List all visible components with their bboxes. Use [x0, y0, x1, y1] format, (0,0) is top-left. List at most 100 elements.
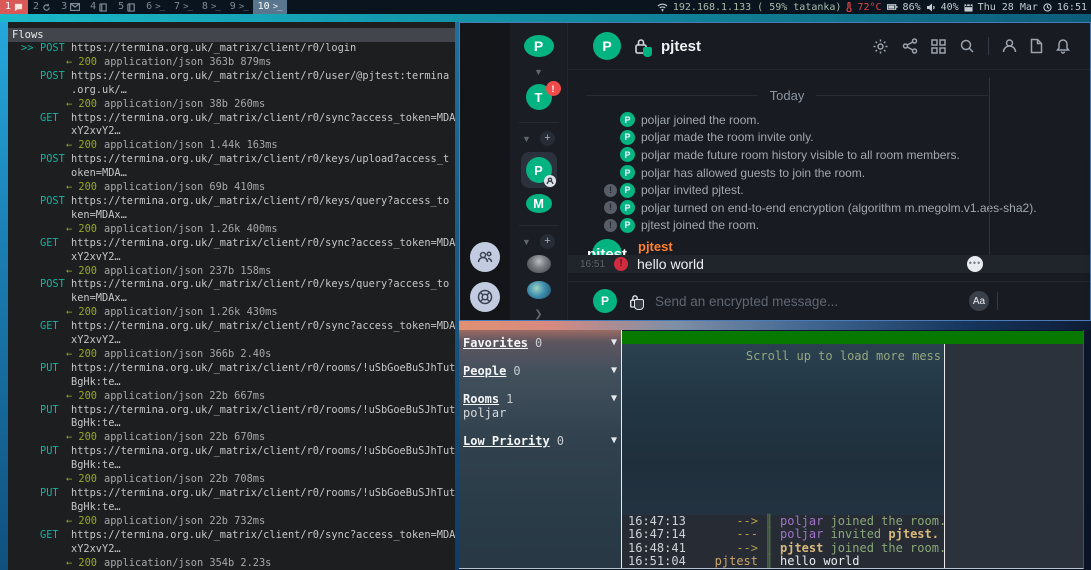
request-url: https://termina.org.uk/_matrix/client/r0…	[71, 529, 455, 541]
e2e-info-icon: !	[604, 219, 617, 232]
workspace-3[interactable]: 3	[56, 0, 85, 14]
request-url-continuation: .org.uk/…	[8, 84, 455, 98]
gomuks-message-view[interactable]: Scroll up to load more mess 16:47:13-->║…	[622, 344, 944, 568]
flow-row[interactable]: GEThttps://termina.org.uk/_matrix/client…	[8, 529, 455, 543]
message-row[interactable]: 16:48:41-->║pjtest joined the room.	[622, 542, 944, 555]
chevron-down-icon[interactable]: ▼	[534, 67, 543, 77]
response-meta: application/json 22b 670ms	[104, 431, 265, 443]
section-rooms[interactable]: Rooms1▼	[463, 392, 617, 406]
workspace-5[interactable]: 5	[113, 0, 141, 14]
e2e-info-icon: !	[604, 184, 617, 197]
room-avatar-image[interactable]	[527, 281, 551, 299]
chevron-down-icon[interactable]: ▼	[522, 134, 531, 144]
divider	[519, 122, 559, 123]
section-low-priority[interactable]: Low Priority0▼	[463, 434, 617, 448]
flow-row[interactable]: GEThttps://termina.org.uk/_matrix/client…	[8, 237, 455, 251]
collapse-arrow-icon[interactable]: ▼	[611, 364, 617, 378]
workspace-4[interactable]: 4	[85, 0, 113, 14]
timeline-event[interactable]: !Ppoljar invited pjtest.	[568, 181, 1090, 199]
message-timeline[interactable]: Today !Ppoljar joined the room. !Ppoljar…	[568, 70, 1090, 281]
room-avatar-image[interactable]	[527, 255, 551, 273]
section-people[interactable]: People0▼	[463, 364, 617, 378]
http-method: PUT	[40, 404, 71, 418]
http-method: POST	[40, 42, 71, 56]
timeline-event[interactable]: !Ppoljar made future room history visibl…	[568, 146, 1090, 164]
flow-row[interactable]: POSThttps://termina.org.uk/_matrix/clien…	[8, 153, 455, 167]
workspace-10[interactable]: 10>_	[253, 0, 287, 14]
request-url-continuation: xY2xvY2…	[8, 125, 455, 139]
flow-list[interactable]: >>POSThttps://termina.org.uk/_matrix/cli…	[8, 42, 455, 570]
add-room-button[interactable]: +	[540, 131, 555, 146]
formatting-button[interactable]: Aa	[969, 291, 989, 311]
help-button[interactable]	[470, 282, 500, 312]
event-text: poljar joined the room.	[641, 113, 760, 127]
chevron-down-icon[interactable]: ▼	[522, 237, 531, 247]
request-url: https://termina.org.uk/_matrix/client/r0…	[71, 487, 455, 499]
flow-row[interactable]: PUThttps://termina.org.uk/_matrix/client…	[8, 445, 455, 459]
message-input[interactable]	[653, 293, 907, 310]
members-button[interactable]	[470, 242, 500, 272]
flow-row[interactable]: PUThttps://termina.org.uk/_matrix/client…	[8, 487, 455, 501]
workspace-1[interactable]: 1	[0, 0, 28, 14]
terminal-icon: >_	[183, 2, 192, 12]
files-icon[interactable]	[1030, 38, 1043, 54]
workspace-9[interactable]: 9>_	[225, 0, 253, 14]
timeline-event[interactable]: !Ppjtest joined the room.	[568, 217, 1090, 235]
response-meta: application/json 1.26k 400ms	[104, 223, 278, 235]
members-icon[interactable]	[1002, 38, 1017, 54]
status-code: ← 200	[66, 473, 97, 485]
share-icon[interactable]	[902, 38, 918, 54]
desktop: 1 2 3 4 5 6>_ 7>_ 8>_ 9>_ 10>_ 192.168.1…	[0, 0, 1091, 570]
room-avatar-m[interactable]: M	[526, 194, 552, 213]
flow-row[interactable]: POSThttps://termina.org.uk/_matrix/clien…	[8, 195, 455, 209]
flow-row[interactable]: POSThttps://termina.org.uk/_matrix/clien…	[8, 70, 455, 84]
workspace-8[interactable]: 8>_	[197, 0, 225, 14]
selected-room[interactable]: P	[521, 152, 557, 188]
section-favorites[interactable]: Favorites0▼	[463, 336, 617, 350]
composer-lock-icon	[629, 294, 641, 308]
message-row[interactable]: 16:51:04pjtest║hello world	[622, 555, 944, 568]
timeline-event[interactable]: !Ppoljar joined the room.	[568, 111, 1090, 129]
response-meta: application/json 69b 410ms	[104, 181, 265, 193]
workspace-2[interactable]: 2	[28, 0, 56, 14]
flow-row[interactable]: GEThttps://termina.org.uk/_matrix/client…	[8, 320, 455, 334]
timeline-event[interactable]: !Ppoljar turned on end-to-end encryption…	[568, 199, 1090, 217]
flow-row[interactable]: PUThttps://termina.org.uk/_matrix/client…	[8, 404, 455, 418]
settings-icon[interactable]	[872, 38, 889, 55]
expand-panel-icon[interactable]: ❯	[534, 309, 542, 320]
http-method: POST	[40, 195, 71, 209]
status-code: ← 200	[66, 223, 97, 235]
message-row[interactable]: 16:51 ! hello world •••	[568, 255, 1090, 273]
message-row[interactable]: 16:47:14---║poljar invited pjtest.	[622, 528, 944, 541]
sender-name[interactable]: pjtest	[638, 239, 1090, 255]
notifications-icon[interactable]	[1056, 38, 1070, 54]
verified-shield-icon	[643, 47, 652, 57]
status-bar: 1 2 3 4 5 6>_ 7>_ 8>_ 9>_ 10>_ 192.168.1…	[0, 0, 1091, 14]
flow-row[interactable]: GEThttps://termina.org.uk/_matrix/client…	[8, 112, 455, 126]
workspace-7[interactable]: 7>_	[169, 0, 197, 14]
flow-row[interactable]: POSThttps://termina.org.uk/_matrix/clien…	[8, 278, 455, 292]
date-display: Thu 28 Mar	[978, 2, 1038, 13]
collapse-arrow-icon[interactable]: ▼	[611, 336, 617, 350]
flow-row[interactable]: >>POSThttps://termina.org.uk/_matrix/cli…	[8, 42, 455, 56]
collapse-arrow-icon[interactable]: ▼	[611, 392, 617, 406]
response-meta: application/json 366b 2.40s	[104, 348, 271, 360]
chat-bubble-icon	[14, 3, 23, 12]
timeline-event[interactable]: !Ppoljar made the room invite only.	[568, 129, 1090, 147]
apps-grid-icon[interactable]	[931, 39, 946, 54]
collapse-arrow-icon[interactable]: ▼	[611, 434, 617, 448]
room-list-item[interactable]: poljar	[463, 406, 617, 420]
timeline-event[interactable]: !Ppoljar has allowed guests to join the …	[568, 164, 1090, 182]
response-meta: application/json 237b 158ms	[104, 265, 271, 277]
search-icon[interactable]	[959, 38, 975, 54]
room-avatar[interactable]: P	[593, 32, 621, 60]
workspace-6[interactable]: 6>_	[141, 0, 169, 14]
user-avatar[interactable]: P	[524, 35, 554, 57]
event-text: pjtest joined the room.	[641, 218, 759, 232]
http-method: PUT	[40, 362, 71, 376]
response-meta: application/json 1.26k 430ms	[104, 306, 278, 318]
response-row: ← 200application/json 22b 708ms	[8, 473, 455, 487]
add-room-button[interactable]: +	[540, 234, 555, 249]
flow-row[interactable]: PUThttps://termina.org.uk/_matrix/client…	[8, 362, 455, 376]
message-options-button[interactable]: •••	[967, 256, 983, 272]
